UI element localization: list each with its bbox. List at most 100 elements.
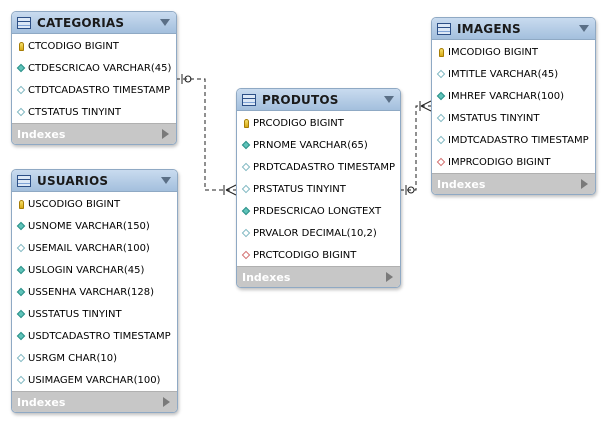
column-icon bbox=[17, 41, 25, 51]
chevron-down-icon[interactable] bbox=[161, 177, 171, 184]
column-label: USNOME VARCHAR(150) bbox=[28, 220, 150, 232]
column-row[interactable]: IMHREF VARCHAR(100) bbox=[432, 85, 595, 107]
column-icon bbox=[436, 157, 446, 167]
column-row[interactable]: PRDTCADASTRO TIMESTAMP bbox=[237, 156, 400, 178]
crow-foot-upper bbox=[420, 100, 432, 107]
table-usuarios[interactable]: USUARIOS USCODIGO BIGINT USNOME VARCHAR(1… bbox=[11, 169, 178, 413]
column-row[interactable]: PRDESCRICAO LONGTEXT bbox=[237, 200, 400, 222]
column-row[interactable]: IMSTATUS TINYINT bbox=[432, 107, 595, 129]
key-icon bbox=[18, 199, 24, 209]
chevron-down-icon[interactable] bbox=[384, 96, 394, 103]
column-row[interactable]: USCODIGO BIGINT bbox=[12, 193, 177, 215]
column-icon bbox=[241, 162, 251, 172]
chevron-right-icon[interactable] bbox=[162, 129, 169, 139]
filled-diamond-icon bbox=[436, 91, 446, 101]
column-row[interactable]: CTSTATUS TINYINT bbox=[12, 101, 176, 123]
column-label: CTSTATUS TINYINT bbox=[28, 106, 121, 118]
column-list: USCODIGO BIGINT USNOME VARCHAR(150) USEMAI… bbox=[12, 192, 177, 391]
chevron-down-icon[interactable] bbox=[160, 19, 170, 26]
column-label: PRDESCRICAO LONGTEXT bbox=[253, 205, 382, 217]
indexes-label: Indexes bbox=[17, 395, 66, 409]
column-icon bbox=[16, 353, 26, 363]
column-icon bbox=[16, 243, 26, 253]
column-icon bbox=[436, 113, 446, 123]
column-label: PRVALOR DECIMAL(10,2) bbox=[253, 227, 377, 239]
column-row[interactable]: USIMAGEM VARCHAR(100) bbox=[12, 369, 177, 391]
column-row[interactable]: CTDESCRICAO VARCHAR(45) bbox=[12, 57, 176, 79]
column-icon bbox=[16, 375, 26, 385]
column-row[interactable]: USSTATUS TINYINT bbox=[12, 303, 177, 325]
column-label: IMCODIGO BIGINT bbox=[448, 46, 538, 58]
column-row[interactable]: IMTITLE VARCHAR(45) bbox=[432, 63, 595, 85]
indexes-section[interactable]: Indexes bbox=[12, 391, 177, 412]
empty-diamond-icon bbox=[16, 85, 26, 95]
column-label: USRGM CHAR(10) bbox=[28, 352, 117, 364]
red-diamond-icon bbox=[241, 250, 251, 260]
column-row[interactable]: CTCODIGO BIGINT bbox=[12, 35, 176, 57]
chevron-down-icon[interactable] bbox=[579, 25, 589, 32]
column-icon bbox=[241, 206, 251, 216]
table-name: USUARIOS bbox=[37, 173, 109, 188]
column-row[interactable]: USSENHA VARCHAR(128) bbox=[12, 281, 177, 303]
column-row[interactable]: USRGM CHAR(10) bbox=[12, 347, 177, 369]
filled-diamond-icon bbox=[16, 265, 26, 275]
column-row[interactable]: USLOGIN VARCHAR(45) bbox=[12, 259, 177, 281]
column-label: CTDESCRICAO VARCHAR(45) bbox=[28, 62, 172, 74]
chevron-right-icon[interactable] bbox=[581, 179, 588, 189]
table-header[interactable]: USUARIOS bbox=[12, 170, 177, 192]
column-row[interactable]: PRSTATUS TINYINT bbox=[237, 178, 400, 200]
column-row[interactable]: USNOME VARCHAR(150) bbox=[12, 215, 177, 237]
column-row[interactable]: IMCODIGO BIGINT bbox=[432, 41, 595, 63]
column-label: PRSTATUS TINYINT bbox=[253, 183, 346, 195]
key-icon bbox=[243, 118, 249, 128]
empty-diamond-icon bbox=[16, 243, 26, 253]
filled-diamond-icon bbox=[16, 63, 26, 73]
table-imagens[interactable]: IMAGENS IMCODIGO BIGINT IMTITLE VARCHAR(4… bbox=[431, 17, 596, 195]
empty-diamond-icon bbox=[16, 107, 26, 117]
column-row[interactable]: IMDTCADASTRO TIMESTAMP bbox=[432, 129, 595, 151]
indexes-section[interactable]: Indexes bbox=[432, 173, 595, 194]
column-row[interactable]: PRCTCODIGO BIGINT bbox=[237, 244, 400, 266]
column-label: PRCTCODIGO BIGINT bbox=[253, 249, 357, 261]
filled-diamond-icon bbox=[241, 140, 251, 150]
column-icon bbox=[16, 287, 26, 297]
column-label: USSTATUS TINYINT bbox=[28, 308, 122, 320]
column-row[interactable]: IMPRCODIGO BIGINT bbox=[432, 151, 595, 173]
column-label: USDTCADASTRO TIMESTAMP bbox=[28, 330, 171, 342]
empty-diamond-icon bbox=[436, 113, 446, 123]
column-icon bbox=[17, 199, 25, 209]
column-row[interactable]: USDTCADASTRO TIMESTAMP bbox=[12, 325, 177, 347]
filled-diamond-icon bbox=[241, 206, 251, 216]
filled-diamond-icon bbox=[16, 309, 26, 319]
column-label: USSENHA VARCHAR(128) bbox=[28, 286, 155, 298]
column-label: IMDTCADASTRO TIMESTAMP bbox=[448, 134, 589, 146]
table-icon bbox=[242, 93, 256, 106]
table-header[interactable]: CATEGORIAS bbox=[12, 12, 176, 34]
table-produtos[interactable]: PRODUTOS PRCODIGO BIGINT PRNOME VARCHAR(6… bbox=[236, 88, 401, 288]
table-header[interactable]: IMAGENS bbox=[432, 18, 595, 40]
column-row[interactable]: PRCODIGO BIGINT bbox=[237, 112, 400, 134]
column-label: IMSTATUS TINYINT bbox=[448, 112, 540, 124]
chevron-right-icon[interactable] bbox=[386, 272, 393, 282]
table-header[interactable]: PRODUTOS bbox=[237, 89, 400, 111]
column-icon bbox=[241, 228, 251, 238]
chevron-right-icon[interactable] bbox=[163, 397, 170, 407]
column-row[interactable]: CTDTCADASTRO TIMESTAMP bbox=[12, 79, 176, 101]
indexes-section[interactable]: Indexes bbox=[237, 266, 400, 287]
indexes-label: Indexes bbox=[242, 270, 291, 284]
filled-diamond-icon bbox=[16, 287, 26, 297]
filled-diamond-icon bbox=[16, 221, 26, 231]
indexes-section[interactable]: Indexes bbox=[12, 123, 176, 144]
column-row[interactable]: PRNOME VARCHAR(65) bbox=[237, 134, 400, 156]
column-row[interactable]: PRVALOR DECIMAL(10,2) bbox=[237, 222, 400, 244]
column-icon bbox=[16, 309, 26, 319]
column-row[interactable]: USEMAIL VARCHAR(100) bbox=[12, 237, 177, 259]
relationship-categorias-produtos[interactable] bbox=[176, 74, 237, 196]
relationship-produtos-imagens[interactable] bbox=[400, 100, 432, 195]
table-categorias[interactable]: CATEGORIAS CTCODIGO BIGINT CTDESCRICAO VA… bbox=[11, 11, 177, 145]
column-list: PRCODIGO BIGINT PRNOME VARCHAR(65) PRDTCAD… bbox=[237, 111, 400, 266]
column-icon bbox=[16, 85, 26, 95]
column-icon bbox=[16, 107, 26, 117]
crow-foot-upper bbox=[225, 184, 237, 191]
indexes-label: Indexes bbox=[437, 177, 486, 191]
